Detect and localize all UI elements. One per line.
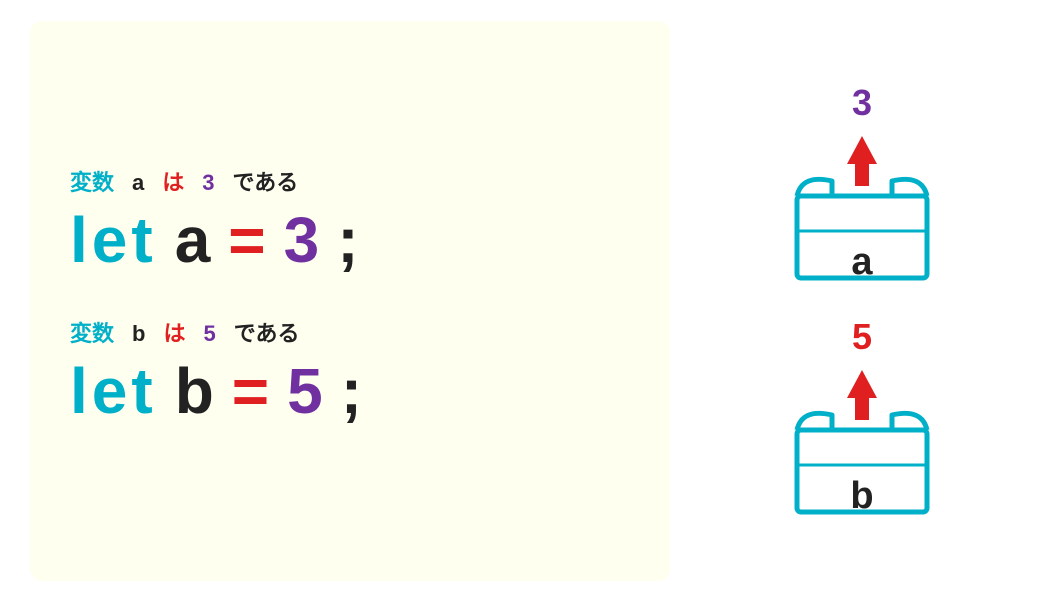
desc-2-word4: 5 xyxy=(203,321,215,347)
desc-line-2: 変数 b は 5 である xyxy=(70,316,630,348)
code-1-var: a xyxy=(175,205,211,275)
code-panel: 変数 a は 3 である let a = 3 ; 変数 b は 5 である xyxy=(30,21,670,581)
statement-2: 変数 b は 5 である let b = 5 ; xyxy=(70,316,630,426)
box-2-number: 5 xyxy=(852,316,872,358)
code-2-val: 5 xyxy=(287,356,323,426)
code-line-2: let b = 5 ; xyxy=(70,356,630,426)
svg-text:b: b xyxy=(850,475,873,517)
desc-1-word3: は xyxy=(162,165,184,197)
statement-1: 変数 a は 3 である let a = 3 ; xyxy=(70,165,630,275)
code-1-let: let xyxy=(70,205,157,275)
svg-text:a: a xyxy=(851,241,873,283)
box-1-number: 3 xyxy=(852,82,872,124)
code-2-var: b xyxy=(175,356,214,426)
box-1-svg: a xyxy=(777,126,947,286)
code-1-val: 3 xyxy=(284,205,320,275)
box-item-1: 3 a xyxy=(777,82,947,286)
code-1-semi: ; xyxy=(337,205,358,275)
desc-1-word5: である xyxy=(233,165,299,197)
desc-1-word2: a xyxy=(132,170,144,196)
code-line-1: let a = 3 ; xyxy=(70,205,630,275)
boxes-panel: 3 a 5 xyxy=(700,82,1024,520)
main-container: 変数 a は 3 である let a = 3 ; 変数 b は 5 である xyxy=(0,0,1054,601)
code-2-eq: = xyxy=(232,356,269,426)
code-2-let: let xyxy=(70,356,157,426)
box-item-2: 5 b xyxy=(777,316,947,520)
desc-1-word4: 3 xyxy=(202,170,214,196)
code-1-eq: = xyxy=(228,205,265,275)
desc-2-word5: である xyxy=(234,316,300,348)
desc-1-word1: 変数 xyxy=(70,165,114,197)
box-2-svg: b xyxy=(777,360,947,520)
desc-2-word3: は xyxy=(163,316,185,348)
desc-2-word2: b xyxy=(132,321,145,347)
desc-line-1: 変数 a は 3 である xyxy=(70,165,630,197)
divider xyxy=(70,286,630,316)
code-2-semi: ; xyxy=(341,356,362,426)
desc-2-word1: 変数 xyxy=(70,316,114,348)
